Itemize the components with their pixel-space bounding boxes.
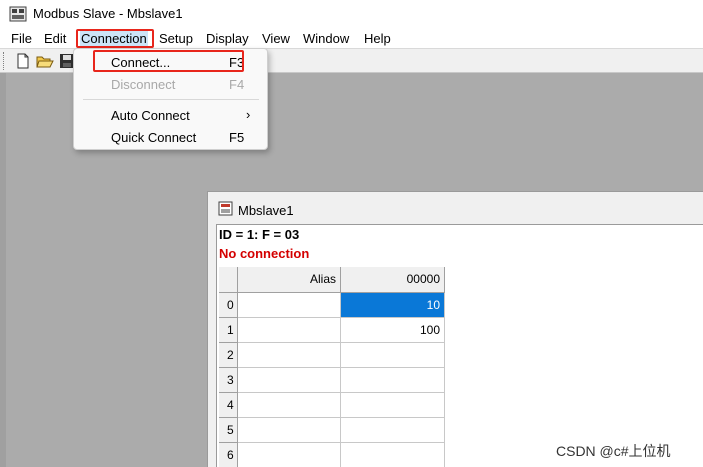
- menu-item-shortcut: F5: [229, 130, 245, 145]
- column-header-address[interactable]: 00000: [341, 267, 445, 293]
- new-file-icon[interactable]: [14, 52, 32, 70]
- title-bar: Modbus Slave - Mbslave1: [0, 0, 703, 28]
- row-header: 5: [219, 418, 238, 443]
- alias-cell[interactable]: [238, 318, 341, 343]
- connection-highlight-box: [76, 29, 154, 48]
- slave-id-line: ID = 1: F = 03: [219, 227, 300, 242]
- menu-file[interactable]: File: [11, 30, 32, 47]
- workspace-left-edge: [0, 73, 6, 467]
- alias-cell[interactable]: [238, 443, 341, 467]
- window-title: Modbus Slave - Mbslave1: [33, 6, 183, 21]
- value-cell[interactable]: [341, 418, 445, 443]
- alias-cell[interactable]: [238, 418, 341, 443]
- alias-cell[interactable]: [238, 293, 341, 318]
- open-folder-icon[interactable]: [36, 52, 54, 70]
- value-cell[interactable]: [341, 393, 445, 418]
- menu-item-disconnect: Disconnect F4: [74, 73, 267, 95]
- row-header: 0: [219, 293, 238, 318]
- menu-view[interactable]: View: [262, 30, 290, 47]
- alias-cell[interactable]: [238, 368, 341, 393]
- value-cell[interactable]: [341, 443, 445, 467]
- row-header: 4: [219, 393, 238, 418]
- menu-item-label: Disconnect: [111, 77, 176, 92]
- value-cell[interactable]: [341, 343, 445, 368]
- toolbar-grip: [3, 52, 6, 70]
- row-header: 3: [219, 368, 238, 393]
- child-content: ID = 1: F = 03 No connection Alias 00000…: [216, 224, 703, 467]
- row-header: 2: [219, 343, 238, 368]
- submenu-arrow-icon: ›: [246, 107, 251, 122]
- menu-item-label: Auto Connect: [111, 108, 190, 123]
- column-header-alias[interactable]: Alias: [238, 267, 341, 293]
- menu-setup[interactable]: Setup: [159, 30, 193, 47]
- value-cell[interactable]: 10: [341, 293, 445, 318]
- menu-item-label: Quick Connect: [111, 130, 197, 145]
- document-icon: [218, 201, 233, 216]
- menu-item-shortcut: F4: [229, 77, 245, 92]
- menu-display[interactable]: Display: [206, 30, 249, 47]
- app-icon: [9, 6, 27, 22]
- connection-status: No connection: [219, 246, 310, 261]
- menu-item-auto-connect[interactable]: Auto Connect ›: [74, 104, 267, 126]
- watermark: CSDN @c#上位机: [556, 443, 671, 459]
- child-title-bar[interactable]: Mbslave1: [208, 192, 703, 224]
- row-header: 6: [219, 443, 238, 467]
- menu-item-quick-connect[interactable]: Quick Connect F5: [74, 126, 267, 148]
- menu-separator: [83, 99, 259, 100]
- alias-cell[interactable]: [238, 393, 341, 418]
- value-cell[interactable]: [341, 368, 445, 393]
- menu-window[interactable]: Window: [303, 30, 349, 47]
- child-title: Mbslave1: [238, 203, 294, 218]
- child-window-mbslave1[interactable]: Mbslave1 ID = 1: F = 03 No connection Al…: [207, 191, 703, 467]
- menu-edit[interactable]: Edit: [44, 30, 66, 47]
- menu-help[interactable]: Help: [364, 30, 391, 47]
- row-header: 1: [219, 318, 238, 343]
- value-cell[interactable]: 100: [341, 318, 445, 343]
- grid-corner: [219, 267, 238, 293]
- connect-highlight-box: [93, 50, 244, 72]
- alias-cell[interactable]: [238, 343, 341, 368]
